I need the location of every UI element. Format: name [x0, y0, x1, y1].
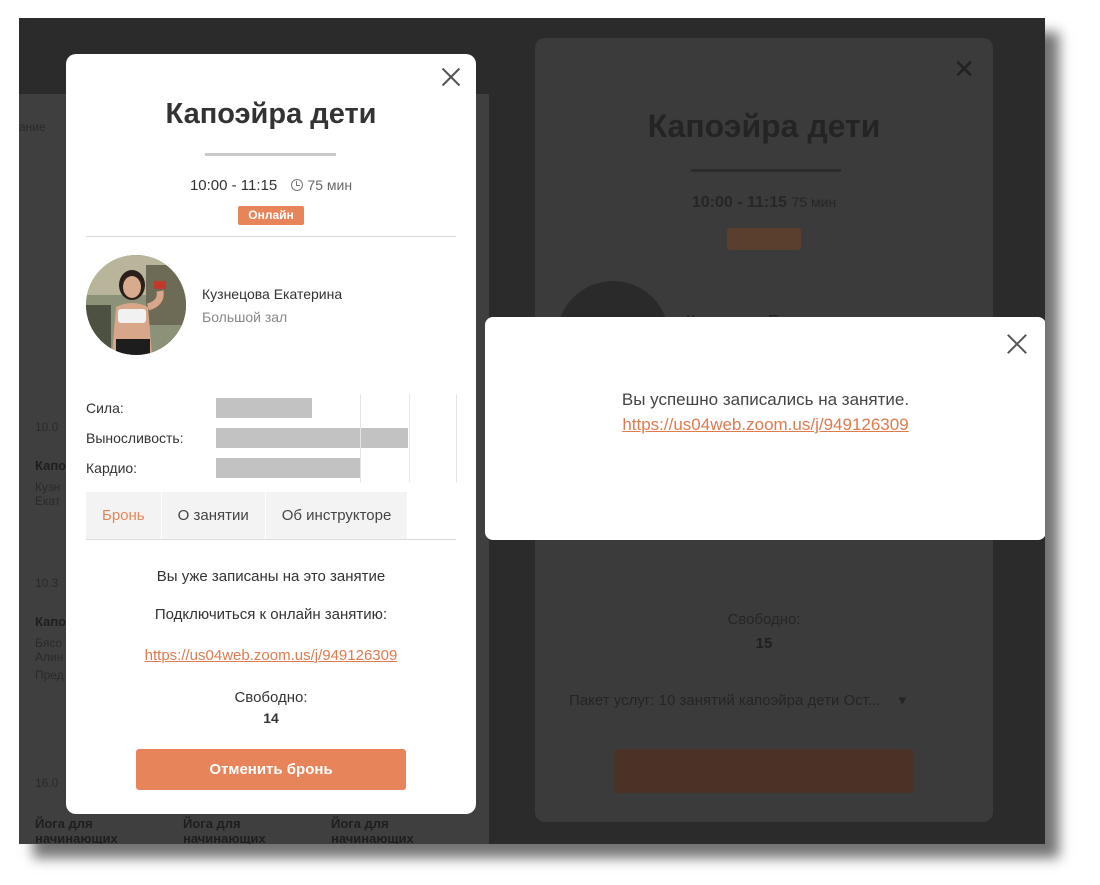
bg-modal-badge [727, 228, 801, 250]
bg-modal-title: Капоэйра дети [647, 108, 881, 144]
chevron-down-icon: ▾ [898, 692, 907, 709]
bg-fragment: Бясо [35, 636, 63, 650]
zoom-link[interactable]: https://us04web.zoom.us/j/949126309 [145, 647, 398, 664]
grid-line [409, 394, 410, 482]
instructor-photo [86, 255, 186, 355]
stat-label-cardio: Кардио: [86, 460, 138, 476]
grid-line [360, 394, 361, 482]
free-label: Свободно: [234, 689, 308, 706]
bg-modal-free-count: 15 [755, 635, 773, 652]
instructor-name: Кузнецова Екатерина [202, 286, 343, 302]
class-time: 10:00 - 11:15 [189, 177, 278, 194]
divider [691, 169, 841, 172]
bg-fragment: Капо [35, 458, 67, 473]
stat-label-strength: Сила: [86, 400, 124, 416]
clock-icon [291, 179, 304, 191]
popup-link-row: https://us04web.zoom.us/j/949126309 [485, 415, 1045, 435]
zoom-link-row: https://us04web.zoom.us/j/949126309 [66, 647, 476, 664]
bg-modal-package-select: Пакет услуг: 10 занятий капоэйра дети Ос… [569, 691, 959, 709]
bg-modal-package-text: Пакет услуг: 10 занятий капоэйра дети Ос… [569, 692, 881, 709]
bg-fragment: Пред [35, 668, 64, 682]
close-icon: ✕ [953, 54, 975, 84]
title-underline [205, 153, 336, 156]
avatar [86, 255, 186, 355]
bg-fragment: 10.0 [35, 420, 59, 434]
close-icon[interactable] [1004, 331, 1030, 357]
bg-modal-time-text: 10:00 - 11:15 [691, 194, 788, 211]
free-count: 14 [263, 710, 279, 726]
bg-modal-button [614, 749, 914, 793]
cancel-booking-button[interactable]: Отменить бронь [136, 749, 406, 790]
class-duration: 75 мин [307, 177, 353, 193]
divider [86, 236, 456, 237]
popup-zoom-link[interactable]: https://us04web.zoom.us/j/949126309 [622, 415, 908, 434]
connect-label: Подключиться к онлайн занятию: [154, 606, 388, 623]
bg-fragment: ание [19, 120, 46, 134]
success-popup: Вы успешно записались на занятие. https:… [485, 317, 1045, 540]
bg-fragment: Алин [35, 650, 64, 664]
hall-name: Большой зал [202, 309, 288, 325]
tab-booking[interactable]: Бронь [86, 492, 162, 540]
grid-line [456, 394, 457, 482]
close-icon[interactable] [438, 64, 464, 90]
already-booked-text: Вы уже записаны на это занятие [156, 568, 386, 585]
bg-fragment: Йога для начинающих [183, 816, 266, 844]
time-row: 10:00 - 11:15 75 мин [66, 177, 476, 194]
booking-modal: Капоэйра дети 10:00 - 11:15 75 мин Онлай… [66, 54, 476, 814]
stat-label-endurance: Выносливость: [86, 430, 184, 446]
bg-fragment: Капо [35, 614, 67, 629]
bg-modal-time: 10:00 - 11:15 75 мин [535, 194, 993, 212]
stat-bar-cardio [216, 458, 360, 478]
page-title: Капоэйра дети [165, 98, 377, 130]
bg-fragment: Екат [35, 494, 61, 508]
divider [86, 539, 456, 540]
screenshot-frame: ание 10.0 Капо Кузн Екат 10.3 Капо Бясо … [19, 18, 1045, 844]
online-badge: Онлайн [238, 206, 304, 225]
tab-bar: Бронь О занятии Об инструкторе [86, 492, 409, 540]
bg-fragment: Йога для начинающих [35, 816, 118, 844]
bg-modal-free-label: Свободно: [727, 611, 801, 628]
success-message: Вы успешно записались на занятие. [621, 390, 910, 409]
stat-bar-endurance [216, 428, 408, 448]
bg-fragment: 10.3 [35, 576, 59, 590]
bg-fragment: Йога для начинающих [331, 816, 414, 844]
bg-modal-duration: 75 мин [791, 194, 837, 210]
tab-about-class[interactable]: О занятии [161, 492, 266, 540]
stat-bar-strength [216, 398, 312, 418]
tab-about-instructor[interactable]: Об инструкторе [265, 492, 409, 540]
bg-fragment: 16.0 [35, 776, 59, 790]
bg-fragment: Кузн [35, 480, 61, 494]
